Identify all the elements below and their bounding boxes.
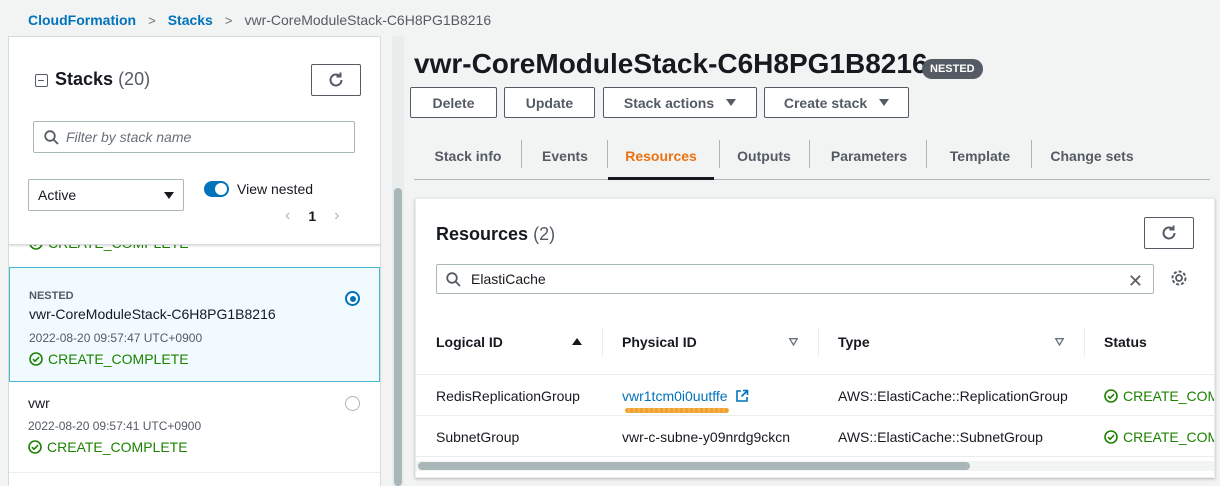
- chevron-right-icon: >: [224, 12, 233, 28]
- chevron-left-icon[interactable]: ‹: [285, 207, 290, 225]
- type-cell: AWS::ElastiCache::ReplicationGroup: [838, 388, 1068, 404]
- sort-icon[interactable]: [789, 338, 798, 346]
- create-stack-button[interactable]: Create stack: [764, 87, 909, 118]
- sort-icon[interactable]: [1055, 338, 1064, 346]
- stack-status: CREATE_COMPLETE: [29, 351, 189, 367]
- physical-id-cell: vwr-c-subne-y09nrdg9ckcn: [622, 429, 791, 445]
- clear-icon[interactable]: ✕: [1128, 271, 1143, 292]
- stack-filter-placeholder: Filter by stack name: [66, 129, 192, 145]
- tab-events[interactable]: Events: [528, 132, 602, 179]
- caret-down-icon: [164, 192, 174, 199]
- search-icon: [44, 130, 59, 145]
- delete-button[interactable]: Delete: [410, 87, 497, 118]
- table-row: RedisReplicationGroup vwr1tcm0i0uutffe A…: [416, 376, 1214, 416]
- logical-id-cell: RedisReplicationGroup: [436, 388, 580, 404]
- caret-down-icon: [726, 99, 737, 106]
- stack-name: vwr-CoreModuleStack-C6H8PG1B8216: [29, 306, 276, 322]
- resources-search-input[interactable]: ElastiCache ✕: [436, 264, 1154, 294]
- stacks-panel-title: Stacks (20): [55, 69, 151, 89]
- resources-panel: Resources (2) ElastiCache ✕ Logical ID P…: [415, 198, 1215, 478]
- stack-date: 2022-08-20 09:57:47 UTC+0900: [29, 331, 203, 345]
- logical-id-cell: SubnetGroup: [436, 429, 520, 445]
- resources-refresh-button[interactable]: [1144, 217, 1194, 249]
- stacks-panel: Stacks (20) Filter by stack name Active …: [8, 36, 381, 486]
- stack-filter-input[interactable]: Filter by stack name: [33, 121, 355, 153]
- breadcrumb-current: vwr-CoreModuleStack-C6H8PG1B8216: [244, 12, 492, 28]
- check-circle-icon: [29, 352, 43, 366]
- nested-label: NESTED: [29, 290, 74, 302]
- sort-ascending-icon[interactable]: [572, 338, 582, 345]
- view-nested-toggle[interactable]: [204, 181, 229, 197]
- resources-count: (2): [533, 224, 556, 244]
- tab-template[interactable]: Template: [936, 132, 1024, 179]
- page-number[interactable]: 1: [308, 208, 316, 224]
- tab-change-sets[interactable]: Change sets: [1042, 132, 1142, 179]
- nested-badge: NESTED: [922, 59, 983, 79]
- type-cell: AWS::ElastiCache::SubnetGroup: [838, 429, 1043, 445]
- status-cell: CREATE_COMPLETE: [1104, 417, 1214, 457]
- search-icon: [446, 272, 461, 287]
- redaction-scribble: [625, 408, 730, 413]
- tab-outputs[interactable]: Outputs: [726, 132, 802, 179]
- resources-search-value: ElastiCache: [471, 271, 546, 287]
- status-filter-select[interactable]: Active: [28, 179, 184, 211]
- resources-table-header: Logical ID Physical ID Type Status: [416, 309, 1214, 375]
- collapse-icon[interactable]: [35, 74, 48, 87]
- stack-tabs: Stack info Events Resources Outputs Para…: [414, 132, 1210, 180]
- physical-id-link[interactable]: vwr1tcm0i0uutffe: [622, 388, 749, 413]
- stacks-panel-header: Stacks (20) Filter by stack name Active …: [9, 37, 380, 245]
- column-type[interactable]: Type: [838, 309, 870, 375]
- settings-gear-icon[interactable]: [1170, 269, 1188, 287]
- chevron-right-icon[interactable]: ›: [334, 207, 339, 225]
- update-button[interactable]: Update: [504, 87, 595, 118]
- refresh-icon: [1162, 225, 1176, 240]
- stack-list-item[interactable]: NESTED vwr-CoreModuleStack-C6H8PG1B8216 …: [9, 267, 380, 382]
- tab-resources[interactable]: Resources: [608, 132, 714, 180]
- caret-down-icon: [879, 99, 890, 106]
- page-title: vwr-CoreModuleStack-C6H8PG1B8216: [414, 48, 928, 79]
- chevron-right-icon: >: [148, 12, 156, 28]
- check-circle-icon: [1104, 430, 1118, 444]
- table-row: SubnetGroup vwr-c-subne-y09nrdg9ckcn AWS…: [416, 417, 1214, 457]
- status-cell: CREATE_COMPLETE: [1104, 376, 1214, 416]
- breadcrumb: CloudFormation > Stacks > vwr-CoreModule…: [28, 10, 491, 30]
- breadcrumb-stacks[interactable]: Stacks: [168, 12, 213, 28]
- check-circle-icon: [28, 440, 42, 454]
- physical-id-cell: vwr1tcm0i0uutffe: [622, 376, 749, 416]
- status-filter-value: Active: [38, 187, 77, 203]
- resources-title: Resources (2): [436, 224, 556, 244]
- check-circle-icon: [1104, 389, 1118, 403]
- stack-actions-button[interactable]: Stack actions: [603, 87, 757, 118]
- external-link-icon: [736, 389, 749, 402]
- stacks-count: (20): [118, 69, 151, 89]
- view-nested-label: View nested: [237, 181, 314, 197]
- stack-list-item[interactable]: vwr 2022-08-20 09:57:41 UTC+0900 CREATE_…: [9, 383, 380, 473]
- column-status[interactable]: Status: [1104, 309, 1147, 375]
- left-panel-scrollbar-thumb[interactable]: [394, 188, 402, 486]
- column-logical-id[interactable]: Logical ID: [436, 309, 503, 375]
- tab-stack-info[interactable]: Stack info: [422, 132, 514, 179]
- stack-name: vwr: [28, 395, 50, 411]
- stack-date: 2022-08-20 09:57:41 UTC+0900: [28, 419, 202, 433]
- stack-radio-selected[interactable]: [345, 291, 360, 306]
- refresh-icon: [329, 72, 343, 87]
- tab-parameters[interactable]: Parameters: [818, 132, 920, 179]
- stack-radio[interactable]: [345, 396, 360, 411]
- column-physical-id[interactable]: Physical ID: [622, 309, 697, 375]
- pagination: ‹ 1 ›: [285, 207, 339, 225]
- stacks-refresh-button[interactable]: [311, 64, 361, 96]
- breadcrumb-cloudformation[interactable]: CloudFormation: [28, 12, 136, 28]
- table-horizontal-scrollbar-thumb[interactable]: [418, 462, 970, 470]
- stack-status: CREATE_COMPLETE: [28, 439, 188, 455]
